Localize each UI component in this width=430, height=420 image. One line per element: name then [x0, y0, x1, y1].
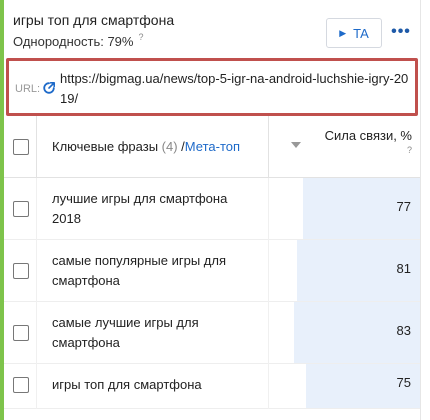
phrase-text: игры топ для смартфона	[52, 377, 202, 392]
ta-button[interactable]: ▶ TA	[326, 18, 382, 48]
meta-top-link[interactable]: Мета-топ	[185, 139, 240, 154]
strength-value: 75	[396, 375, 411, 390]
phrase-count: (4)	[161, 139, 178, 154]
row-checkbox[interactable]	[13, 325, 29, 341]
strength-help-icon[interactable]: ?	[325, 145, 412, 155]
homogeneity-label: Однородность: 79%	[13, 34, 134, 49]
table-row: самые лучшие игры для смартфона 83	[4, 302, 420, 364]
strength-column-header[interactable]: Сила связи, % ?	[325, 128, 412, 155]
url-box: URL: https://bigmag.ua/news/top-5-igr-na…	[6, 58, 418, 116]
table-row: игры топ для смартфона 75	[4, 364, 420, 409]
more-dots-icon[interactable]: •••	[388, 22, 414, 42]
phrase-group-card: игры топ для смартфона Однородность: 79%…	[0, 0, 422, 420]
phrases-header-label: Ключевые фразы	[52, 139, 159, 154]
table-header: Ключевые фразы (4) /Мета-топ Сила связи,…	[4, 116, 420, 178]
play-icon: ▶	[339, 27, 347, 38]
phrase-text: самые популярные игры для смартфона	[52, 253, 226, 288]
url-label: URL:	[15, 83, 41, 95]
table-row: самые популярные игры для смартфона 81	[4, 240, 420, 302]
row-checkbox[interactable]	[13, 377, 29, 393]
url-link[interactable]: https://bigmag.ua/news/top-5-igr-na-andr…	[60, 69, 412, 109]
row-checkbox[interactable]	[13, 263, 29, 279]
sort-desc-icon[interactable]	[291, 142, 301, 148]
phrase-text: лучшие игры для смартфона 2018	[52, 191, 228, 226]
card-right-border	[420, 0, 421, 420]
group-title: игры топ для смартфона	[13, 12, 175, 28]
strength-value: 81	[396, 261, 411, 276]
homogeneity-help-icon[interactable]: ?	[138, 32, 143, 42]
strength-value: 77	[396, 199, 411, 214]
phrases-column-header: Ключевые фразы (4) /Мета-топ	[52, 139, 240, 154]
external-link-icon[interactable]	[42, 81, 56, 95]
select-all-checkbox[interactable]	[13, 139, 29, 155]
strength-value: 83	[396, 323, 411, 338]
ta-button-label: TA	[353, 25, 369, 41]
homogeneity-text: Однородность: 79%?	[13, 32, 143, 49]
row-checkbox[interactable]	[13, 201, 29, 217]
table-row: лучшие игры для смартфона 2018 77	[4, 178, 420, 240]
phrase-text: самые лучшие игры для смартфона	[52, 315, 199, 350]
strength-header-label: Сила связи, %	[324, 128, 412, 143]
